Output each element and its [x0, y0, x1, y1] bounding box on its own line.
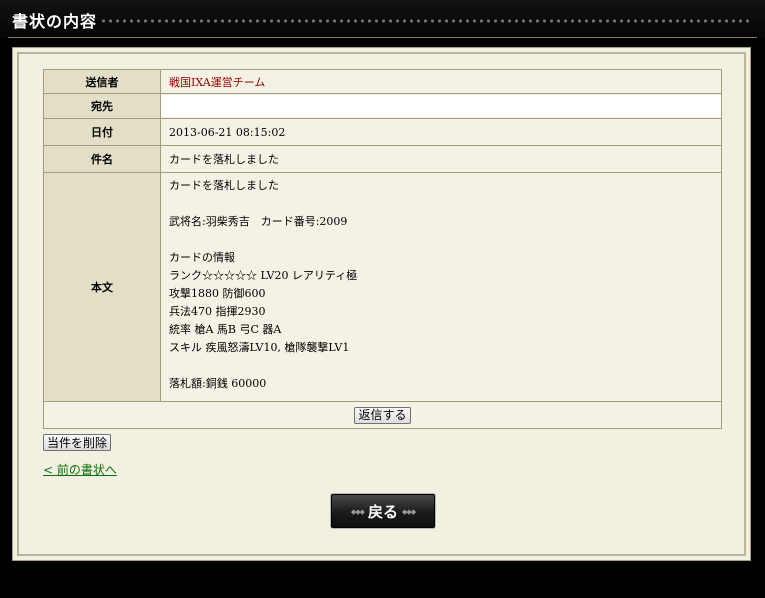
title-decoration — [100, 18, 750, 24]
body-line: スキル 疾風怒濤LV10, 槍隊襲撃LV1 — [169, 341, 350, 354]
reply-button[interactable]: 返信する — [354, 406, 411, 424]
body-line: 落札額:銅銭 60000 — [169, 377, 267, 390]
sender-cell: 戦国IXA運営チーム — [160, 69, 722, 94]
body-line — [169, 231, 713, 249]
body-line: 武将名:羽柴秀吉 カード番号:2009 — [169, 215, 348, 228]
body-line — [169, 195, 713, 213]
delete-button[interactable]: 当件を削除 — [43, 434, 112, 451]
back-button-label: 戻る — [367, 502, 398, 521]
body-line: カードの情報 — [169, 251, 235, 264]
date-value: 2013-06-21 08:15:02 — [160, 118, 722, 146]
body-cell: カードを落札しました 武将名:羽柴秀吉 カード番号:2009 カードの情報ランク… — [160, 172, 722, 402]
back-button[interactable]: ◆◆◆ 戻る ◆◆◆ — [330, 493, 436, 529]
body-line: カードを落札しました — [169, 179, 279, 192]
body-line: ランク☆☆☆☆☆ LV20 レアリティ極 — [169, 269, 358, 282]
to-value — [161, 95, 721, 117]
to-label: 宛先 — [43, 93, 161, 119]
sender-value: 戦国IXA運営チーム — [169, 75, 266, 89]
body-text: カードを落札しました 武将名:羽柴秀吉 カード番号:2009 カードの情報ランク… — [169, 173, 713, 401]
table-row-reply: 返信する — [43, 401, 722, 429]
window-titlebar: 書状の内容 — [0, 0, 765, 38]
reply-cell: 返信する — [43, 401, 722, 429]
title-divider — [8, 37, 757, 38]
date-label: 日付 — [43, 118, 161, 146]
previous-mail-link[interactable]: < 前の書状へ — [43, 461, 117, 478]
body-line: 兵法470 指揮2930 — [169, 305, 266, 318]
diamond-ornament-icon: ◆◆◆ — [350, 506, 365, 516]
subject-value: カードを落札しました — [160, 145, 722, 173]
body-line — [169, 357, 713, 375]
table-row-body: 本文 カードを落札しました 武将名:羽柴秀吉 カード番号:2009 カードの情報… — [43, 172, 722, 402]
table-row-to: 宛先 — [43, 93, 722, 119]
window-title: 書状の内容 — [12, 12, 98, 31]
table-row-subject: 件名 カードを落札しました — [43, 145, 722, 173]
body-line: 攻撃1880 防御600 — [169, 287, 266, 300]
table-row-sender: 送信者 戦国IXA運営チーム — [43, 69, 722, 94]
subject-label: 件名 — [43, 145, 161, 173]
diamond-ornament-icon: ◆◆◆ — [402, 506, 416, 516]
to-cell — [160, 93, 722, 119]
sender-label: 送信者 — [43, 69, 161, 94]
mail-detail-table: 送信者 戦国IXA運営チーム 宛先 日付 2013-06-21 08:15:02… — [43, 69, 722, 429]
body-label: 本文 — [43, 172, 161, 402]
table-row-date: 日付 2013-06-21 08:15:02 — [43, 118, 722, 146]
body-line: 統率 槍A 馬B 弓C 器A — [169, 323, 282, 336]
